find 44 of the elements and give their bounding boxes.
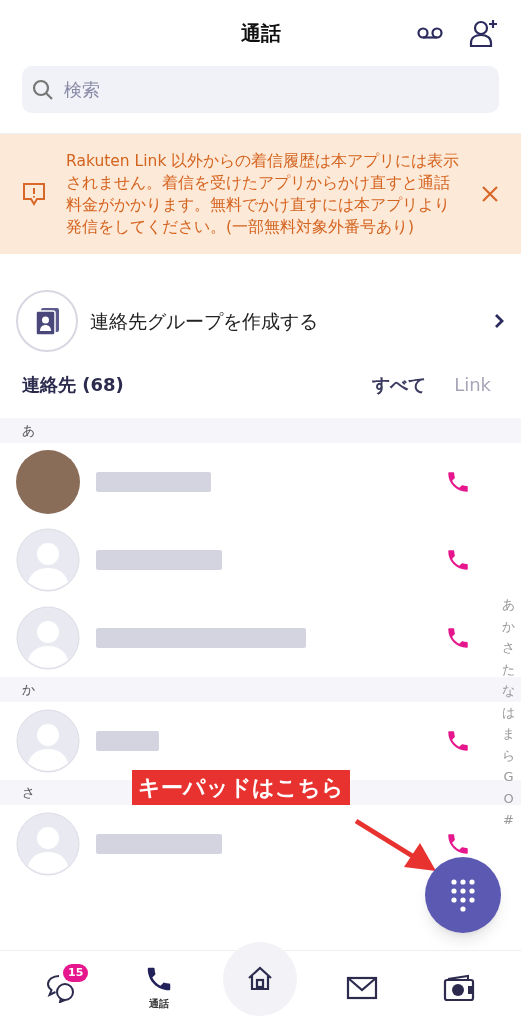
index-letter[interactable]: ら bbox=[502, 744, 515, 766]
chevron-right-icon bbox=[493, 313, 505, 329]
phone-icon[interactable] bbox=[445, 625, 471, 651]
filter-tab[interactable]: Link bbox=[454, 370, 491, 398]
index-letter[interactable]: な bbox=[502, 680, 515, 702]
search-icon bbox=[31, 78, 55, 102]
section-header: あ bbox=[0, 418, 521, 443]
unread-badge: 15 bbox=[63, 963, 89, 982]
notice-text: Rakuten Link 以外からの着信履歴は本アプリには表示されません。着信を受けたアプリからかけ直すと通話料金がかかります。無料でかけ直すには本アプリより発信をしてください。(一部無料対象外番号あり) bbox=[66, 151, 461, 238]
voicemail-icon[interactable] bbox=[417, 26, 443, 40]
search-field[interactable]: 検索 bbox=[22, 66, 499, 113]
screen-title: 通話 bbox=[240, 20, 281, 47]
alert-icon bbox=[22, 181, 46, 207]
tab-bar-item[interactable]: 通話 bbox=[126, 959, 191, 1016]
index-letter[interactable]: # bbox=[503, 809, 514, 831]
avatar-silhouette-icon bbox=[16, 528, 80, 592]
avatar-silhouette-icon bbox=[16, 812, 80, 876]
index-letter[interactable]: ま bbox=[502, 723, 515, 745]
phone-icon[interactable] bbox=[445, 728, 471, 754]
index-letter[interactable]: た bbox=[502, 658, 515, 680]
index-letter[interactable]: G bbox=[503, 766, 514, 788]
close-icon bbox=[481, 185, 499, 203]
avatar-silhouette-icon bbox=[16, 606, 80, 670]
index-letter[interactable]: あ bbox=[502, 594, 515, 616]
index-letter[interactable]: か bbox=[502, 615, 515, 637]
phone-icon[interactable] bbox=[445, 831, 471, 857]
index-letter[interactable]: さ bbox=[502, 637, 515, 659]
contacts-count-heading: 連絡先 (68) bbox=[22, 372, 124, 397]
envelope-icon bbox=[346, 974, 379, 1001]
filter-tab[interactable]: すべて bbox=[372, 370, 427, 398]
index-letter[interactable]: は bbox=[502, 701, 515, 723]
index-letter[interactable]: O bbox=[503, 787, 514, 809]
avatar-silhouette-icon bbox=[16, 709, 80, 773]
create-group-row[interactable]: 連絡先グループを作成する bbox=[0, 288, 521, 354]
phone-icon[interactable] bbox=[445, 547, 471, 573]
keypad-icon bbox=[450, 878, 476, 912]
add-contact-icon[interactable] bbox=[469, 18, 499, 48]
phone-icon[interactable] bbox=[445, 469, 471, 495]
blurred-name bbox=[96, 731, 159, 751]
annotation-label: キーパッドはこちら bbox=[132, 770, 350, 805]
tab-bar-item[interactable]: 15 bbox=[30, 959, 95, 1016]
close-button[interactable] bbox=[481, 185, 499, 203]
wallet-yen-icon bbox=[441, 972, 476, 1003]
keypad-button[interactable] bbox=[425, 857, 501, 933]
